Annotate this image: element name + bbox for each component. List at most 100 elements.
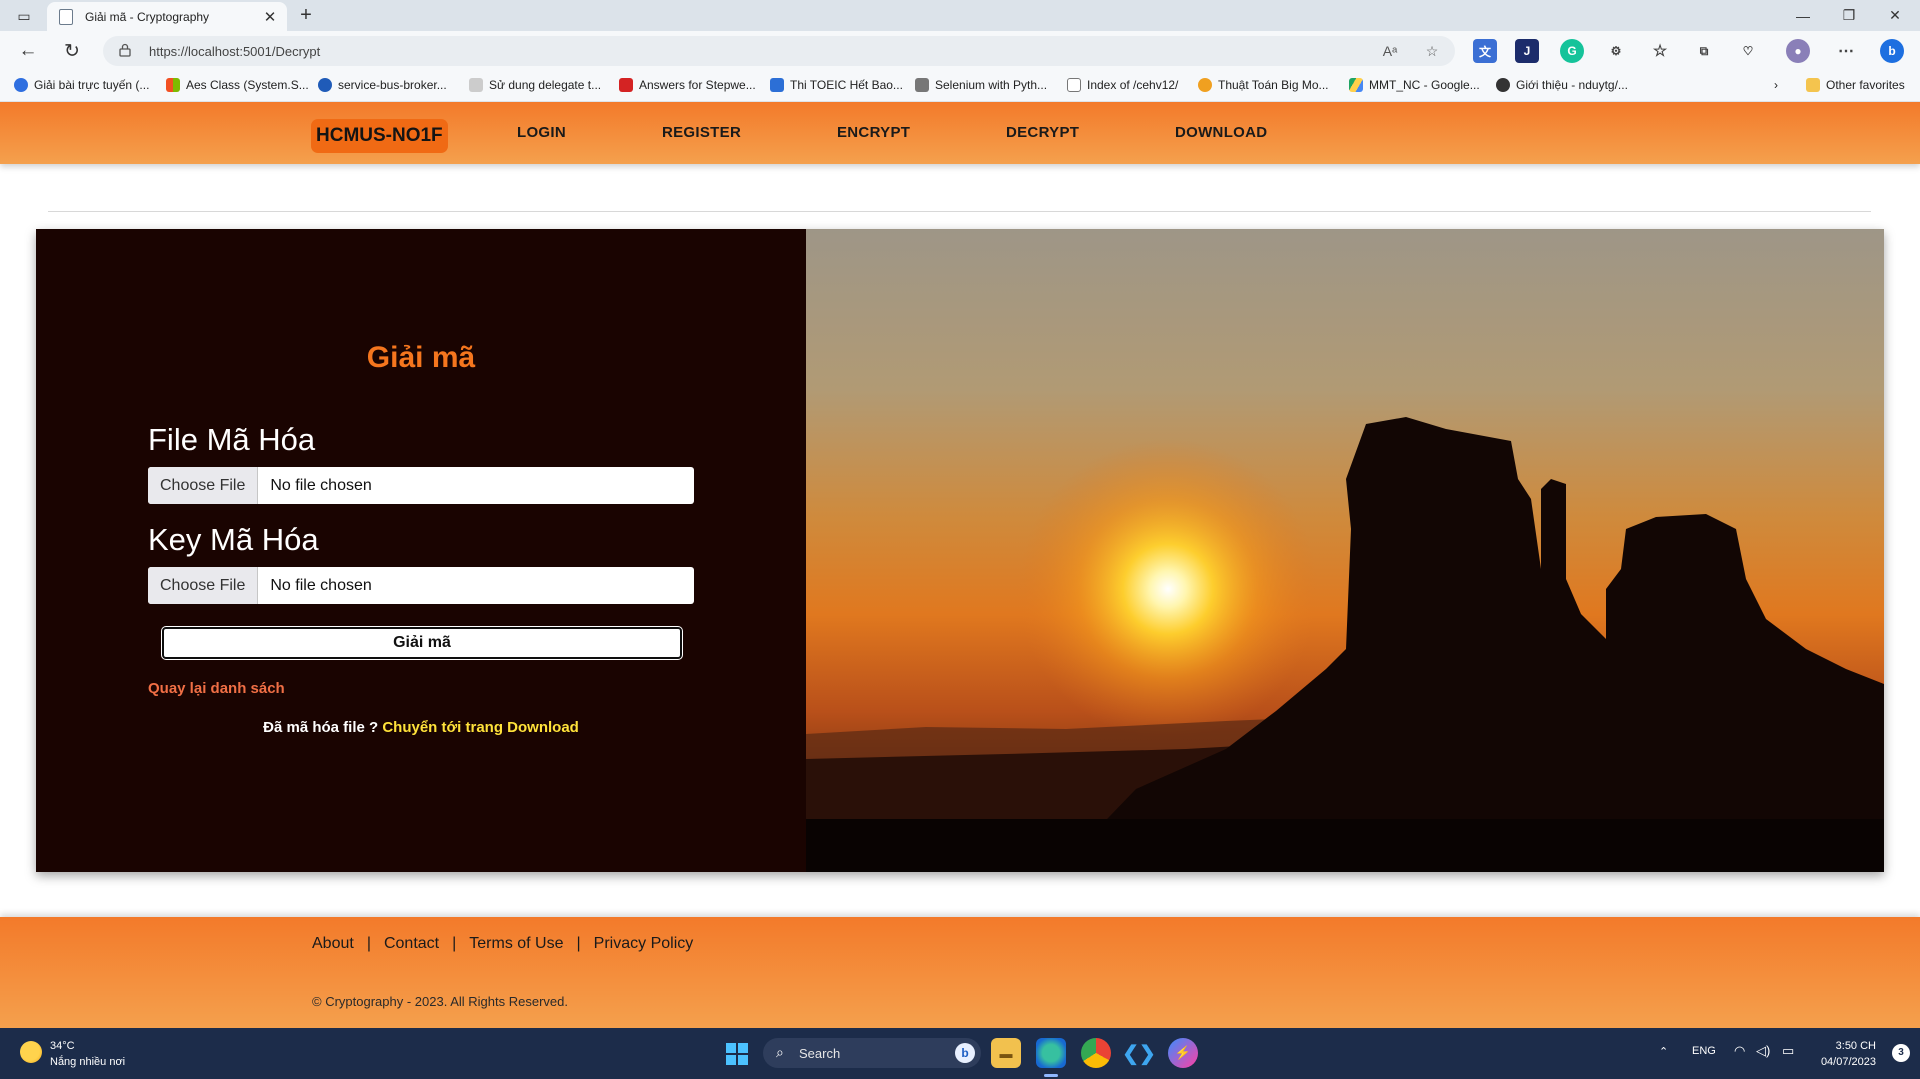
system-clock[interactable]: 3:50 CH 04/07/2023 [1821,1038,1876,1070]
google-drive-icon [1349,78,1363,92]
footer-separator: | [452,935,457,952]
folder-icon [1806,78,1820,92]
choose-file-button[interactable]: Choose File [148,467,259,504]
github-icon [1496,78,1510,92]
windows-taskbar: 34°C Nắng nhiều nơi ⌕ Search b ▬ ❮❯ ⚡ ⌃ … [0,1028,1920,1079]
performance-icon[interactable]: ♡ [1736,39,1760,63]
encrypted-file-input[interactable]: Choose File No file chosen [148,467,694,504]
nav-login[interactable]: LOGIN [517,124,566,141]
bookmark-icon [318,78,332,92]
address-bar[interactable]: https://localhost:5001/Decrypt Aᵃ ☆ [103,36,1455,66]
bookmark-icon [469,78,483,92]
favorite-item[interactable]: Sử dung delegate t... [469,78,601,92]
favorites-icon[interactable]: ☆ [1648,39,1672,63]
browser-tab-active[interactable]: Giải mã - Cryptography ✕ [47,2,287,31]
url-text[interactable]: https://localhost:5001/Decrypt [149,44,320,59]
favorite-item[interactable]: Thi TOEIC Hết Bao... [770,78,903,92]
web-page: HCMUS-NO1F LOGIN REGISTER ENCRYPT DECRYP… [0,102,1920,1028]
footer-link-terms[interactable]: Terms of Use [469,935,563,953]
favorite-item[interactable]: Giới thiệu - nduytg/... [1496,78,1628,92]
restore-button[interactable]: ❐ [1826,0,1872,31]
tray-chevron-icon[interactable]: ⌃ [1659,1045,1668,1058]
active-app-indicator [1044,1074,1058,1077]
back-icon[interactable]: ← [14,39,42,63]
encrypted-file-label: File Mã Hóa [148,422,316,457]
weather-temperature[interactable]: 34°C [50,1040,75,1052]
extension-j-icon[interactable]: J [1515,39,1539,63]
bing-icon: b [955,1043,975,1063]
tab-close-icon[interactable]: ✕ [259,8,281,26]
chrome-icon[interactable] [1081,1038,1111,1068]
sunset-image [806,229,1884,872]
other-favorites[interactable]: Other favorites [1806,78,1905,92]
site-navbar: HCMUS-NO1F LOGIN REGISTER ENCRYPT DECRYP… [0,102,1920,164]
messenger-icon[interactable]: ⚡ [1168,1038,1198,1068]
extensions-icon[interactable]: ⚙ [1604,39,1628,63]
collections-icon[interactable]: ⧉ [1692,39,1716,63]
favorites-bar: Giải bài trực tuyến (... Aes Class (Syst… [0,71,1920,102]
profile-avatar[interactable]: ● [1786,39,1810,63]
weather-description[interactable]: Nắng nhiều nơi [50,1056,125,1068]
divider [48,211,1871,212]
favorite-item[interactable]: service-bus-broker... [318,78,447,92]
nav-register[interactable]: REGISTER [662,124,741,141]
tab-actions-icon[interactable]: ▭ [10,6,38,26]
vscode-icon[interactable]: ❮❯ [1122,1038,1156,1068]
notification-badge[interactable]: 3 [1892,1044,1910,1062]
decrypt-submit-button[interactable]: Giải mã [161,626,683,660]
desert-sunset-illustration [806,229,1884,872]
taskbar-search[interactable]: ⌕ Search b [763,1038,981,1068]
minimize-button[interactable]: — [1780,0,1826,31]
close-window-button[interactable]: ✕ [1872,0,1918,31]
back-to-list-link[interactable]: Quay lại danh sách [148,680,285,697]
favorite-item[interactable]: Thuật Toán Big Mo... [1198,78,1329,92]
nav-encrypt[interactable]: ENCRYPT [837,124,910,141]
bing-copilot-icon[interactable]: b [1880,39,1904,63]
favorite-item[interactable]: Index of /cehv12/ [1067,78,1178,92]
choose-file-button[interactable]: Choose File [148,567,259,604]
volume-icon[interactable]: ◁) [1756,1043,1770,1059]
bookmark-icon [770,78,784,92]
footer-separator: | [366,935,371,952]
more-options-icon[interactable]: ⋯ [1834,39,1858,63]
download-note: Đã mã hóa file ? Chuyển tới trang Downlo… [36,719,806,736]
favorite-star-icon[interactable]: ☆ [1421,40,1443,62]
nav-download[interactable]: DOWNLOAD [1175,124,1267,141]
favorites-overflow-icon[interactable]: › [1774,78,1778,92]
wifi-icon[interactable]: ◠ [1734,1043,1745,1059]
favorite-item[interactable]: Answers for Stepwe... [619,78,756,92]
battery-icon[interactable]: ▭ [1782,1043,1794,1059]
clock-time: 3:50 CH [1835,1040,1876,1052]
form-title: Giải mã [366,341,476,374]
key-file-input[interactable]: Choose File No file chosen [148,567,694,604]
browser-toolbar: ← ↻ https://localhost:5001/Decrypt Aᵃ ☆ … [0,31,1920,71]
favorite-item[interactable]: Giải bài trực tuyến (... [14,78,149,92]
clock-date: 04/07/2023 [1820,1056,1876,1068]
grammarly-icon[interactable]: G [1560,39,1584,63]
read-aloud-icon[interactable]: Aᵃ [1379,40,1401,62]
weather-sun-icon[interactable] [20,1041,42,1063]
translator-extension-icon[interactable]: 文 [1473,39,1497,63]
start-windows-icon[interactable] [726,1043,748,1065]
site-footer: About | Contact | Terms of Use | Privacy… [0,917,1920,1028]
decrypt-form-panel: Giải mã File Mã Hóa Choose File No file … [36,229,806,872]
go-to-download-link[interactable]: Chuyển tới trang Download [382,719,579,736]
bookmark-icon [619,78,633,92]
footer-link-about[interactable]: About [312,935,354,953]
file-explorer-icon[interactable]: ▬ [991,1038,1021,1068]
nav-decrypt[interactable]: DECRYPT [1006,124,1079,141]
edge-browser-icon[interactable] [1036,1038,1066,1068]
footer-link-privacy[interactable]: Privacy Policy [594,935,694,953]
favorite-item[interactable]: Selenium with Pyth... [915,78,1047,92]
refresh-icon[interactable]: ↻ [58,39,86,63]
favorite-item[interactable]: Aes Class (System.S... [166,78,309,92]
key-file-label: Key Mã Hóa [148,522,319,557]
page-icon [1067,78,1081,92]
new-tab-button[interactable]: + [294,4,318,28]
input-language[interactable]: ENG [1692,1045,1716,1057]
copyright-text: © Cryptography - 2023. All Rights Reserv… [312,994,568,1009]
bookmark-icon [14,78,28,92]
footer-link-contact[interactable]: Contact [384,935,439,953]
favorite-item[interactable]: MMT_NC - Google... [1349,78,1480,92]
brand-logo[interactable]: HCMUS-NO1F [311,119,448,153]
